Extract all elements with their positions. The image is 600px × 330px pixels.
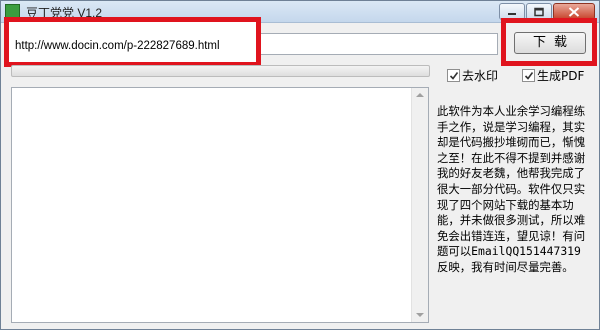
download-highlight-box: 下载	[501, 18, 597, 66]
checkbox-label: 生成PDF	[537, 69, 585, 83]
log-output-area[interactable]	[11, 87, 429, 323]
checkbox-box[interactable]	[447, 69, 460, 82]
checkmark-icon	[524, 72, 534, 80]
scroll-up-icon[interactable]	[416, 93, 424, 97]
checkbox-label: 去水印	[462, 69, 499, 83]
generate-pdf-checkbox[interactable]: 生成PDF	[522, 67, 584, 84]
checkmark-icon	[449, 72, 459, 80]
url-input[interactable]	[15, 40, 247, 52]
progress-bar	[11, 65, 430, 77]
scroll-down-icon[interactable]	[416, 313, 424, 317]
remove-watermark-checkbox[interactable]: 去水印	[447, 67, 498, 84]
url-field-extension[interactable]	[261, 33, 498, 55]
about-text: 此软件为本人业余学习编程练手之作，说是学习编程，其实却是代码搬抄堆砌而已，惭愧之…	[437, 104, 586, 274]
log-scrollbar[interactable]	[411, 88, 428, 322]
url-highlight-box	[4, 17, 261, 67]
checkbox-box[interactable]	[522, 69, 535, 82]
maximize-icon	[534, 7, 544, 16]
close-icon	[568, 6, 580, 17]
app-window: 豆丁党党 V1.2 下载 去水印 生成PDF	[0, 0, 600, 330]
download-button[interactable]: 下载	[514, 32, 586, 54]
minimize-icon	[508, 12, 516, 15]
